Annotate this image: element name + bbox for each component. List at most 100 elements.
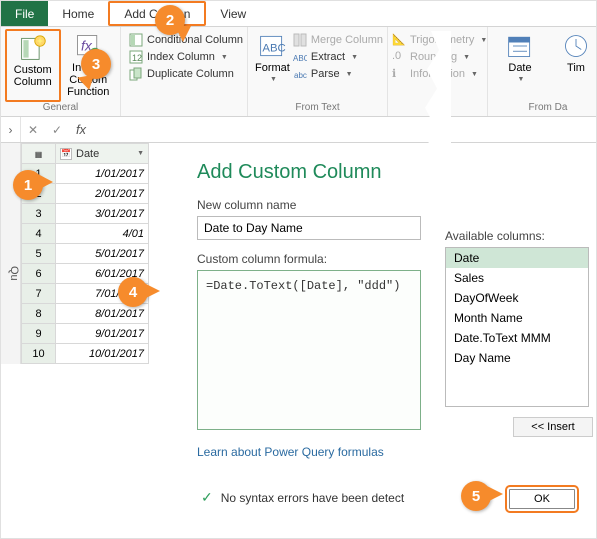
filter-dropdown-icon[interactable]: ▼ [137,150,144,157]
group-general-label: General [5,102,116,114]
rounding-button[interactable]: .0 Rounding ▼ [392,50,487,64]
ribbon-group-number: 📐 Trigonometry ▼ .0 Rounding ▼ ℹ Information ▼ [388,27,488,116]
merge-columns-button[interactable]: Merge Column [293,33,383,47]
tab-file[interactable]: File [1,1,48,26]
callout-2-tail [175,26,191,42]
table-row[interactable]: 99/01/2017 [22,324,149,344]
tab-home[interactable]: Home [48,1,108,26]
custom-formula-input[interactable]: =Date.ToText([Date], "ddd") [197,270,421,430]
group-from-date-label: From Da [492,102,597,114]
cell-date: 2/01/2017 [56,184,149,204]
fx-icon[interactable]: fx [69,117,93,142]
index-column-label: Index Column [147,51,215,63]
svg-text:12: 12 [132,53,142,63]
formula-input[interactable] [93,117,596,142]
table-row[interactable]: 44/01 [22,224,149,244]
chevron-down-icon: ▼ [463,54,470,61]
date-button[interactable]: Date▼ [492,29,548,102]
insert-button[interactable]: << Insert [513,417,593,437]
cell-date: 10/01/2017 [56,344,149,364]
ok-button[interactable]: OK [509,489,575,509]
duplicate-column-label: Duplicate Column [147,68,234,80]
custom-column-label: Custom Column [9,64,57,88]
callout-5-tail [485,485,503,503]
ribbon-group-from-text: ABC Format ▼ Merge Column ABC Extract▼ ab… [248,27,388,116]
clock-icon [562,32,590,60]
cell-date: 5/01/2017 [56,244,149,264]
cell-date: 9/01/2017 [56,324,149,344]
conditional-column-label: Conditional Column [147,34,243,46]
tab-view[interactable]: View [206,1,260,26]
date-label: Date [508,62,531,74]
menu-tabs: File Home Transform Add Column View [1,1,596,27]
cell-date: 3/01/2017 [56,204,149,224]
commit-formula-button[interactable]: ✓ [45,117,69,142]
add-custom-column-dialog: Add Custom Column New column name Custom… [189,151,429,469]
formula-bar: › ✕ ✓ fx [1,117,596,143]
svg-text:ABC: ABC [263,42,286,54]
duplicate-column-icon [129,67,143,81]
info-label: Information [410,68,465,80]
available-columns-list[interactable]: DateSalesDayOfWeekMonth NameDate.ToText … [445,247,589,407]
rounding-icon: .0 [392,50,406,64]
index-column-button[interactable]: 12 Index Column ▼ [129,50,243,64]
syntax-status: ✓ No syntax errors have been detect [201,489,404,506]
extract-icon: ABC [293,50,307,64]
svg-text:ABC: ABC [293,54,307,63]
learn-link[interactable]: Learn about Power Query formulas [197,445,421,459]
cell-date: 4/01 [56,224,149,244]
check-icon: ✓ [201,489,213,506]
row-index: 8 [22,304,56,324]
chevron-down-icon: ▼ [221,54,228,61]
trig-label: Trigonometry [410,34,474,46]
row-index: 6 [22,264,56,284]
available-column-item[interactable]: Date [446,248,588,268]
table-row[interactable]: 55/01/2017 [22,244,149,264]
available-column-item[interactable]: Sales [446,268,588,288]
table-row[interactable]: 1010/01/2017 [22,344,149,364]
custom-column-icon [19,34,47,62]
format-button[interactable]: ABC Format ▼ [252,29,293,102]
dialog-title: Add Custom Column [197,161,421,184]
table-corner[interactable]: ▦ [22,144,56,164]
chevron-down-icon: ▼ [471,71,478,78]
custom-column-button[interactable]: Custom Column [5,29,61,102]
rounding-label: Rounding [410,51,457,63]
duplicate-column-button[interactable]: Duplicate Column [129,67,243,81]
format-label: Format [255,62,290,74]
calendar-icon [506,32,534,60]
column-header-date-label: Date [76,148,99,160]
datetime-type-icon[interactable]: 📅 [60,148,72,160]
row-index: 10 [22,344,56,364]
available-columns-panel: Available columns: DateSalesDayOfWeekMon… [445,229,593,437]
chevron-down-icon: ▼ [346,71,353,78]
information-button[interactable]: ℹ Information ▼ [392,67,487,81]
available-column-item[interactable]: Date.ToText MMM [446,328,588,348]
custom-formula-label: Custom column formula: [197,252,421,266]
expand-queries-button[interactable]: › [1,117,21,142]
chevron-down-icon: ▼ [270,76,277,84]
time-button[interactable]: Tim [548,29,597,102]
info-icon: ℹ [392,67,406,81]
row-index: 5 [22,244,56,264]
merge-label: Merge Column [311,34,383,46]
conditional-column-icon [129,33,143,47]
extract-button[interactable]: ABC Extract▼ [293,50,383,64]
merge-icon [293,33,307,47]
trigonometry-button[interactable]: 📐Trigonometry▼ [392,33,487,47]
trig-icon: 📐 [392,33,406,47]
available-columns-label: Available columns: [445,229,593,243]
available-column-item[interactable]: Day Name [446,348,588,368]
new-column-name-label: New column name [197,198,421,212]
new-column-name-input[interactable] [197,216,421,240]
parse-button[interactable]: abc Parse▼ [293,67,383,81]
available-column-item[interactable]: Month Name [446,308,588,328]
row-index: 7 [22,284,56,304]
available-column-item[interactable]: DayOfWeek [446,288,588,308]
syntax-status-text: No syntax errors have been detect [221,491,404,505]
cancel-formula-button[interactable]: ✕ [21,117,45,142]
group-from-text-label: From Text [252,102,383,114]
parse-icon: abc [293,67,307,81]
table-row[interactable]: 33/01/2017 [22,204,149,224]
column-header-date[interactable]: 📅 Date ▼ [56,144,149,164]
